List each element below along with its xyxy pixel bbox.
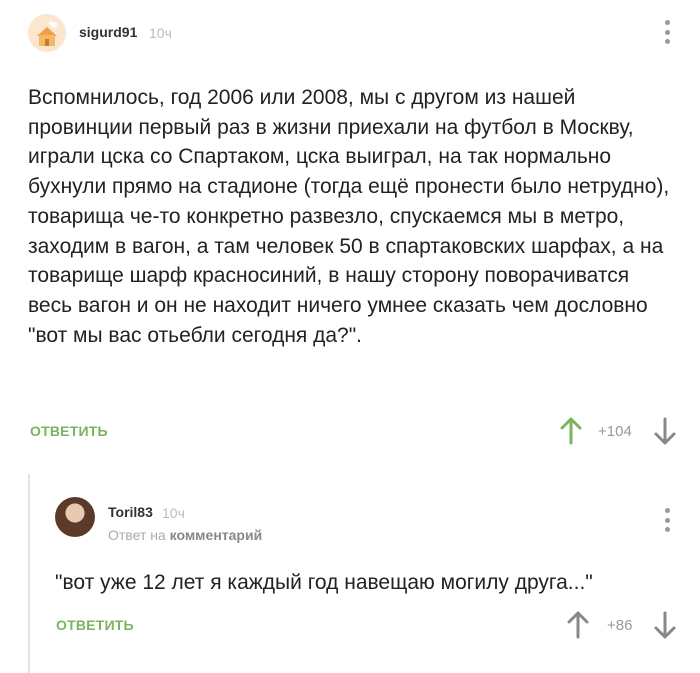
reply-time: 10ч [162,505,185,521]
reply-reply-button[interactable]: ОТВЕТИТЬ [56,617,134,633]
reply-text: "вот уже 12 лет я каждый год навещаю мог… [55,571,593,594]
avatar[interactable] [28,14,66,52]
reply-hint-link[interactable]: комментарий [170,527,263,543]
upvote-icon[interactable] [560,417,582,445]
comment-text: Вспомнилось, год 2006 или 2008, мы с дру… [28,86,670,347]
more-options-icon[interactable] [664,20,670,44]
reply-upvote-icon[interactable] [567,611,589,639]
comment-time: 10ч [149,25,172,41]
rating-value: +104 [598,423,632,440]
downvote-icon[interactable] [654,417,676,445]
reply-hint: Ответ на комментарий [108,527,262,543]
reply-button[interactable]: ОТВЕТИТЬ [30,423,108,439]
reply-more-options-icon[interactable] [664,508,670,532]
reply-downvote-icon[interactable] [654,611,676,639]
thread-line [28,474,30,673]
comment-username[interactable]: sigurd91 [79,24,137,40]
reply-username[interactable]: Toril83 [108,504,153,520]
user-avatar-icon [28,14,66,52]
reply-hint-prefix: Ответ на [108,527,166,543]
reply-avatar[interactable] [55,497,95,537]
reply-rating-value: +86 [607,617,633,634]
